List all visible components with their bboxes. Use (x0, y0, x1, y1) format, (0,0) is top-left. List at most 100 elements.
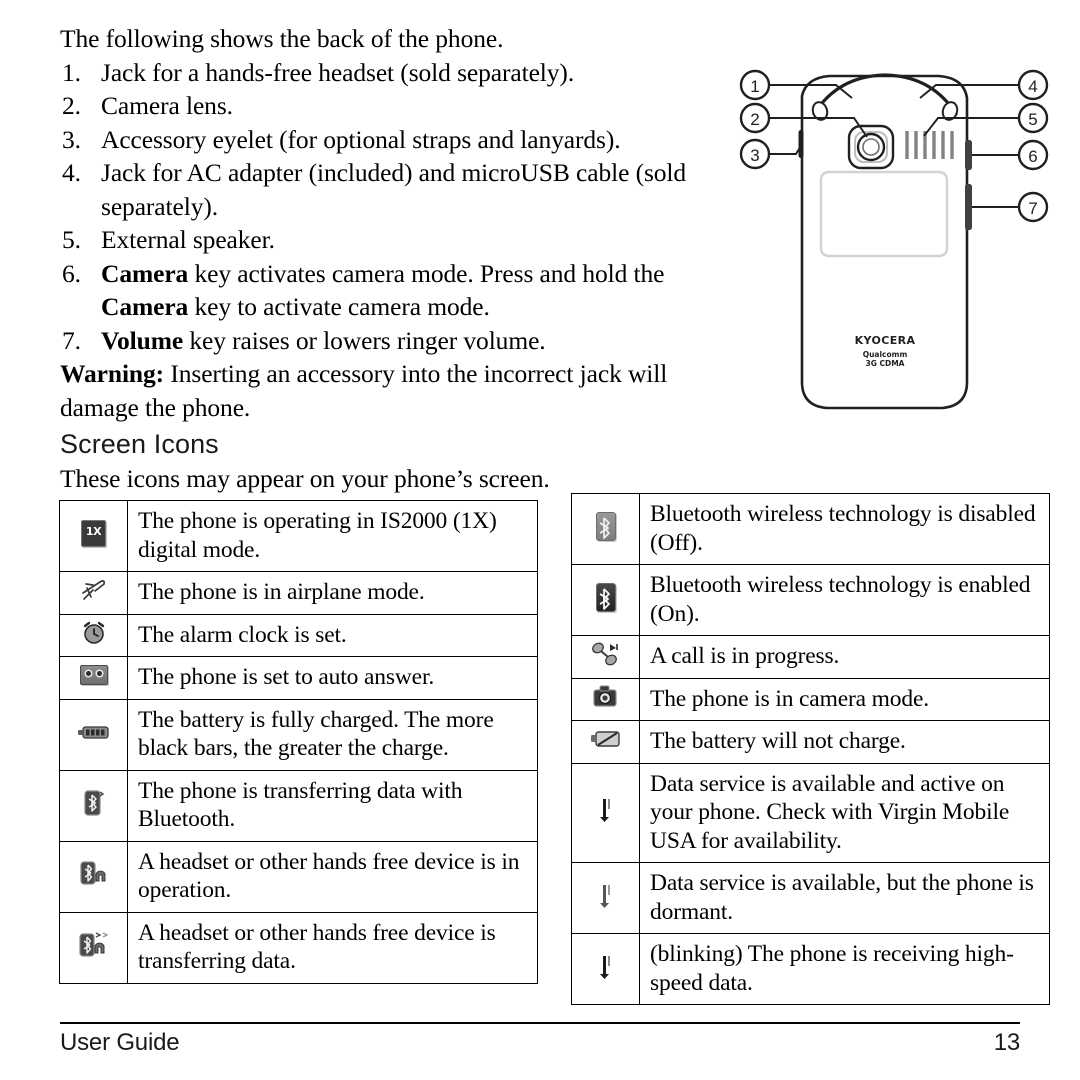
callout-2: 2 (739, 102, 771, 134)
battery-no-charge-icon (590, 728, 622, 750)
callout-4: 4 (1017, 69, 1049, 101)
list-item-text: Camera lens. (101, 91, 233, 120)
callout-number-4: 4 (1028, 77, 1037, 96)
list-item: 5. External speaker. (60, 223, 710, 257)
data-dormant-icon (598, 883, 614, 909)
section-heading: Screen Icons (60, 429, 219, 459)
icon-cell (59, 656, 128, 700)
list-item: 6. Camera key activates camera mode. Pre… (60, 257, 710, 324)
table-row: The phone is set to auto answer. (59, 656, 538, 700)
table-row: The battery is fully charged. The more b… (59, 698, 538, 771)
icon-cell (571, 933, 640, 1005)
callout-number-3: 3 (750, 146, 759, 165)
icon-description: (blinking) The phone is receiving high-s… (639, 933, 1050, 1005)
icon-description: Bluetooth wireless technology is disable… (639, 493, 1050, 565)
icon-cell (59, 500, 128, 572)
callout-number-2: 2 (750, 110, 759, 129)
footer-divider (60, 1022, 1020, 1024)
icon-description: A headset or other hands free device is … (127, 911, 538, 984)
callout-5: 5 (1017, 102, 1049, 134)
network-label: 3G CDMA (866, 359, 905, 368)
table-row: Bluetooth wireless technology is disable… (571, 493, 1050, 565)
brand-label: KYOCERA (855, 334, 916, 347)
bluetooth-transfer-icon (83, 789, 105, 817)
headset-active-icon (79, 860, 108, 888)
icon-description: The phone is transferring data with Blue… (127, 769, 538, 842)
leader-line-3 (770, 143, 803, 155)
table-row: A call is in progress. (571, 635, 1050, 679)
data-active-icon (598, 797, 614, 823)
table-row: The phone is operating in IS2000 (1X) di… (59, 500, 538, 572)
list-item: 3. Accessory eyelet (for optional straps… (60, 123, 710, 157)
icon-cell (59, 698, 128, 771)
callout-6: 6 (1017, 139, 1049, 171)
list-item-text: Jack for AC adapter (included) and micro… (101, 158, 687, 221)
volume-key (965, 184, 972, 230)
document-page: The following shows the back of the phon… (0, 0, 1080, 1080)
alarm-clock-icon (81, 620, 107, 646)
table-row: (blinking) The phone is receiving high-s… (571, 933, 1050, 1005)
one-x-icon (81, 520, 106, 547)
callout-number-7: 7 (1028, 199, 1037, 218)
callout-7: 7 (1017, 191, 1049, 223)
warning-paragraph: Warning: Inserting an accessory into the… (60, 357, 710, 424)
icon-description: The phone is in camera mode. (639, 677, 1050, 721)
table-row: The phone is in airplane mode. (59, 571, 538, 615)
icon-description: The phone is in airplane mode. (127, 571, 538, 615)
footer-title: User Guide (60, 1029, 180, 1056)
camera-key (965, 140, 972, 170)
screen-icons-table-left: The phone is operating in IS2000 (1X) di… (59, 500, 538, 984)
icon-cell (59, 571, 128, 615)
list-item-text: Jack for a hands-free headset (sold sepa… (101, 57, 575, 87)
phone-diagram-svg: KYOCERA Qualcomm 3G CDMA 1 2 3 4 5 6 7 (739, 69, 1049, 410)
warning-label: Warning: (60, 359, 165, 388)
data-highspeed-icon (598, 954, 614, 980)
icon-description: Data service is available, but the phone… (639, 862, 1050, 934)
list-item-text: Volume key raises or lowers ringer volum… (101, 325, 546, 355)
list-marker: 4. (62, 158, 81, 187)
camera-mode-icon (592, 684, 619, 709)
bluetooth-on-icon (595, 583, 616, 612)
icon-description: The phone is set to auto answer. (127, 656, 538, 700)
icon-description: The phone is operating in IS2000 (1X) di… (127, 500, 538, 572)
icon-cell (571, 762, 640, 863)
auto-answer-icon (79, 665, 108, 686)
icon-cell (571, 862, 640, 934)
icon-description: A headset or other hands free device is … (127, 840, 538, 913)
section-subtitle: These icons may appear on your phone’s s… (60, 464, 550, 493)
table-row: Data service is available, but the phone… (571, 862, 1050, 934)
call-in-progress-icon (591, 641, 621, 667)
list-marker: 1. (62, 57, 81, 87)
list-item: 7. Volume key raises or lowers ringer vo… (60, 324, 710, 358)
icon-cell (59, 769, 128, 842)
list-item-text: Camera key activates camera mode. Press … (101, 258, 665, 322)
list-marker: 3. (62, 124, 81, 154)
icon-description: The battery is fully charged. The more b… (127, 698, 538, 771)
table-row: The phone is transferring data with Blue… (59, 769, 538, 842)
bluetooth-off-icon (595, 512, 616, 541)
icon-cell (571, 635, 640, 679)
list-marker: 2. (62, 91, 81, 120)
table-row: The phone is in camera mode. (571, 677, 1050, 721)
chipset-label: Qualcomm (863, 350, 908, 359)
callout-number-6: 6 (1028, 147, 1037, 166)
callout-3: 3 (739, 138, 771, 170)
table-row: A headset or other hands free device is … (59, 911, 538, 984)
table-row: Data service is available and active on … (571, 762, 1050, 863)
icon-description: The alarm clock is set. (127, 613, 538, 657)
icon-cell (59, 911, 128, 984)
headset-transfer-icon (78, 931, 109, 959)
list-marker: 6. (62, 258, 81, 288)
table-row: The alarm clock is set. (59, 613, 538, 657)
icon-cell (571, 720, 640, 764)
list-item: 4. Jack for AC adapter (included) and mi… (60, 156, 710, 223)
screen-icons-table-right: Bluetooth wireless technology is disable… (571, 493, 1050, 1005)
battery-full-icon (77, 725, 111, 740)
table-row: The battery will not charge. (571, 720, 1050, 764)
table-row: Bluetooth wireless technology is enabled… (571, 564, 1050, 636)
icon-cell (571, 493, 640, 565)
parts-list: 1. Jack for a hands-free headset (sold s… (60, 56, 710, 358)
page-number: 13 (993, 1029, 1020, 1056)
icon-cell (571, 564, 640, 636)
list-marker: 5. (62, 225, 81, 254)
